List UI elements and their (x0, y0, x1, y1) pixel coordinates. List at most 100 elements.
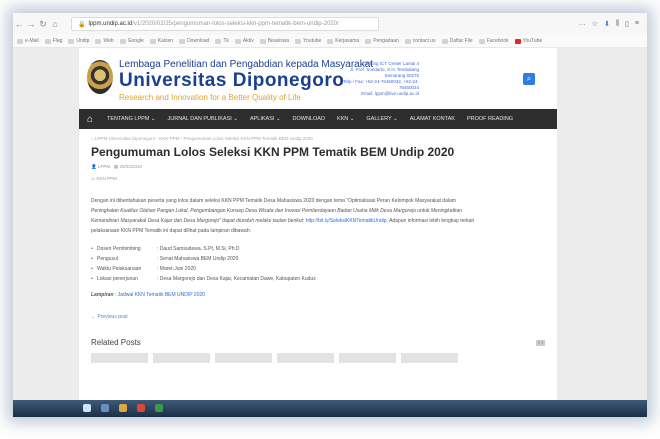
reload-icon[interactable]: ↻ (37, 19, 49, 30)
attachment-link[interactable]: : Jadwal KKN Tematik BEM UNDIP 2020 (115, 292, 205, 298)
bookmark-item[interactable]: Tk (215, 38, 229, 44)
nav-proof-reading[interactable]: PROOF READING (461, 116, 519, 122)
related-nav[interactable]: ‹ › (536, 339, 545, 346)
related-posts-title: Related Posts (91, 338, 141, 347)
list-item: • Lokasi penerjunan: Desa Margorejo dan D… (91, 276, 316, 282)
home-icon[interactable]: ⌂ (49, 19, 61, 29)
windows-start-icon[interactable] (83, 404, 91, 412)
post-author[interactable]: LPPM (98, 164, 110, 169)
attachment-label: Lampiran (91, 292, 114, 298)
nav-download[interactable]: DOWNLOAD (287, 116, 331, 122)
undip-logo-icon[interactable] (87, 60, 113, 94)
folder-icon (149, 38, 156, 44)
bookmark-item[interactable]: Beasiswa (259, 38, 289, 44)
nav-gallery[interactable]: GALLERY ⌄ (360, 116, 403, 122)
seleksi-link[interactable]: http://bit.ly/SeleksiKKNTematikUndip (306, 218, 387, 224)
bookmark-item[interactable]: contact us (404, 38, 436, 44)
bookmark-item[interactable]: Flag (44, 38, 62, 44)
folder-icon (68, 38, 75, 44)
bookmark-item[interactable]: Facebook (478, 38, 509, 44)
folder-icon (215, 38, 222, 44)
folder-icon (365, 38, 372, 44)
url-path: /v1/2020/02/25/pengumuman-lolos-seleksi-… (132, 21, 339, 27)
bookmark-star-icon[interactable]: ☆ (592, 20, 598, 28)
folder-icon (179, 38, 186, 44)
address-bar[interactable]: 🔒 lppm.undip.ac.id /v1/2020/02/25/pengum… (71, 17, 379, 31)
back-icon[interactable]: ← (13, 19, 25, 29)
taskbar-app-icon[interactable] (101, 404, 109, 412)
site-header: Lembaga Penelitian dan Pengabdian kepada… (79, 48, 557, 109)
bookmark-item[interactable]: Kerjasama (327, 38, 359, 44)
related-thumb[interactable] (215, 353, 272, 363)
search-button[interactable]: ⌕ (523, 73, 535, 85)
bookmark-item[interactable]: YouTube (514, 38, 542, 44)
page-title: Pengumuman Lolos Seleksi KKN PPM Tematik… (91, 145, 455, 159)
folder-icon (404, 38, 411, 44)
web-page: Lembaga Penelitian dan Pengabdian kepada… (13, 48, 647, 400)
bookmark-item[interactable]: Aktiv (234, 38, 254, 44)
folder-icon (259, 38, 266, 44)
folder-icon (17, 38, 23, 44)
calendar-icon: ▦ (113, 164, 119, 169)
taskbar-app-icon[interactable] (137, 404, 145, 412)
nav-alamat-kontak[interactable]: ALAMAT KONTAK (404, 116, 461, 122)
folder-icon (441, 38, 448, 44)
more-icon[interactable]: … (579, 20, 586, 28)
bookmarks-bar: e-Mail Flag Undip Web Google Kaizen Down… (13, 35, 647, 48)
folder-icon (95, 38, 102, 44)
folder-icon: ▭ (91, 176, 96, 181)
nav-jurnal-publikasi[interactable]: JURNAL DAN PUBLIKASI ⌄ (162, 116, 244, 122)
folder-icon (119, 38, 126, 44)
bookmark-item[interactable]: Undip (68, 38, 89, 44)
bookmark-item[interactable]: Pengadaan (365, 38, 399, 44)
post-meta: 👤 LPPM ▦ 25/02/2020 (91, 164, 545, 170)
home-nav-icon[interactable]: ⌂ (79, 114, 101, 125)
browser-toolbar: ← → ↻ ⌂ 🔒 lppm.undip.ac.id /v1/2020/02/2… (13, 13, 647, 36)
folder-icon (327, 38, 334, 44)
contact-info: Gedung ICT Center Lantai 4 Jl. Prof. Soe… (343, 61, 419, 96)
list-item: • Dosen Pembimbing: Daud Samsudewa, S.Pt,… (91, 246, 240, 252)
article: ⌂ LPPM Universitas Diponegoro › KKN PPM … (79, 136, 557, 363)
post-tag[interactable]: ▭ KKN PPM (91, 176, 545, 182)
related-thumb[interactable] (91, 353, 148, 363)
related-thumb[interactable] (277, 353, 334, 363)
bookmark-item[interactable]: Kaizen (149, 38, 173, 44)
os-taskbar (13, 400, 647, 417)
related-posts-header: Related Posts ‹ › (91, 338, 545, 347)
related-thumb[interactable] (153, 353, 210, 363)
bookmark-item[interactable]: Download (179, 38, 209, 44)
nav-aplikasi[interactable]: APLIKASI ⌄ (244, 116, 287, 122)
attachment-line: Lampiran : Jadwal KKN Tematik BEM UNDIP … (91, 292, 545, 298)
screenshot-frame: ← → ↻ ⌂ 🔒 lppm.undip.ac.id /v1/2020/02/2… (13, 13, 647, 417)
bookmark-item[interactable]: e-Mail (17, 38, 39, 44)
sidebar-icon[interactable]: ▯ (625, 20, 629, 28)
bookmark-item[interactable]: Google (119, 38, 144, 44)
folder-icon (234, 38, 241, 44)
bookmark-item[interactable]: Youtube (295, 38, 321, 44)
list-item: • Pengusul: Senat Mahasiswa BEM Undip 202… (91, 256, 239, 262)
breadcrumb[interactable]: ⌂ LPPM Universitas Diponegoro › KKN PPM … (91, 136, 545, 141)
article-body: Dengan ini diberitahukan peserta yang lo… (91, 198, 474, 234)
forward-icon[interactable]: → (25, 19, 37, 29)
related-thumb[interactable] (401, 353, 458, 363)
post-date: 25/02/2020 (119, 164, 142, 169)
main-nav: ⌂ TENTANG LPPM ⌄ JURNAL DAN PUBLIKASI ⌄ … (79, 109, 557, 129)
folder-icon (44, 38, 51, 44)
menu-icon[interactable]: ≡ (635, 20, 639, 28)
related-thumb[interactable] (339, 353, 396, 363)
download-icon[interactable]: ⬇ (604, 20, 610, 28)
bookmark-item[interactable]: Daftar File (441, 38, 473, 44)
url-host: lppm.undip.ac.id (88, 21, 133, 27)
bookmark-item[interactable]: Web (95, 38, 114, 44)
taskbar-app-icon[interactable] (119, 404, 127, 412)
user-icon: 👤 (91, 164, 97, 169)
nav-tentang-lppm[interactable]: TENTANG LPPM ⌄ (101, 116, 162, 122)
library-icon[interactable]: ⫼ (616, 20, 619, 28)
institution-name[interactable]: Universitas Diponegoro (119, 70, 344, 92)
lock-icon: 🔒 (78, 21, 86, 28)
nav-kkn[interactable]: KKN ⌄ (331, 116, 360, 122)
related-thumbs (91, 353, 545, 363)
taskbar-app-icon[interactable] (155, 404, 163, 412)
search-icon: ⌕ (526, 74, 532, 83)
previous-post-link[interactable]: ← Previous post (91, 314, 545, 320)
